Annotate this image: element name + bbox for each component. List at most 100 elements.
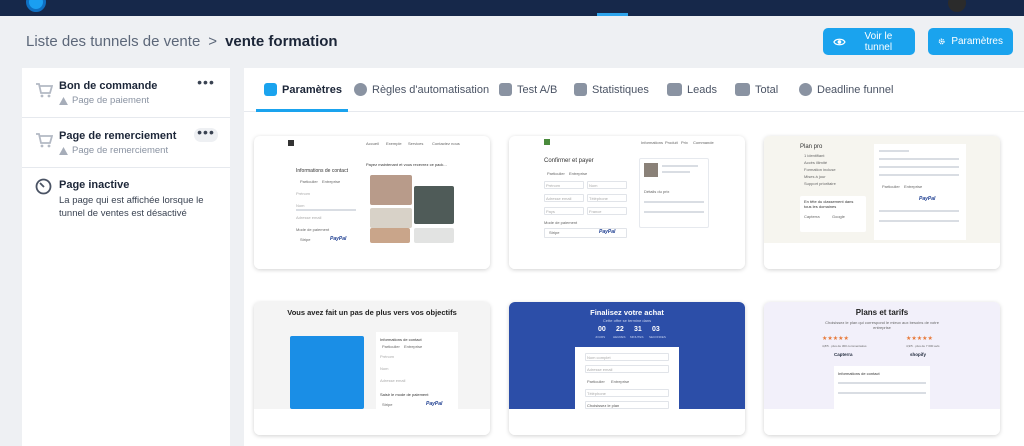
warning-icon	[59, 96, 68, 105]
preview-field: Téléphone	[587, 391, 606, 396]
preview-field: Prénom	[296, 191, 311, 196]
preview-field-value: France	[589, 209, 602, 214]
preview-option: Particulier	[382, 344, 400, 349]
preview-form-box: Informations de contact	[834, 366, 930, 409]
template-preview: Plan pro 1 identifiant Accès illimité Fo…	[764, 136, 1000, 243]
settings-button[interactable]: Paramètres	[928, 28, 1013, 55]
preview-feature: Formation incluse	[804, 167, 836, 172]
more-options-button[interactable]: •••	[194, 125, 218, 142]
tab-deadline-funnel[interactable]: Deadline funnel	[799, 83, 893, 96]
preview-line	[879, 220, 959, 222]
preview-option: Entreprise	[404, 344, 423, 349]
tab-bar: Paramètres Règles d'automatisation Test …	[244, 68, 1024, 112]
preview-form-box: Informations de contact Particulier Entr…	[376, 332, 458, 409]
preview-title: Finalisez votre achat	[590, 308, 664, 317]
preview-line	[662, 171, 690, 173]
tab-parametres[interactable]: Paramètres	[264, 83, 342, 96]
nav-active-indicator	[597, 13, 628, 16]
preview-field: Prénom	[546, 183, 561, 188]
preview-subtitle: Choisissez le plan qui correspond le mie…	[825, 320, 939, 330]
warning-icon	[59, 146, 68, 155]
view-tunnel-label: Voir le tunnel	[864, 30, 893, 53]
tab-test-ab[interactable]: Test A/B	[499, 83, 557, 96]
preview-nav-item: Produit	[665, 140, 678, 145]
tab-leads[interactable]: Leads	[667, 83, 717, 96]
breadcrumb-current: vente formation	[225, 33, 338, 50]
sidebar-item-title: Page de remerciement	[59, 130, 177, 142]
bar-chart-icon	[574, 83, 587, 96]
clock-icon	[799, 83, 812, 96]
preview-form-box: Particulier Entreprise PayPal	[874, 144, 966, 240]
preview-field: Nom	[296, 203, 305, 208]
preview-form-box: Nom complet Adresse email Particulier En…	[575, 347, 679, 409]
funnel-main-panel: Paramètres Règles d'automatisation Test …	[244, 68, 1024, 446]
preview-field: Adresse email	[587, 367, 613, 372]
sidebar-item-title: Bon de commande	[59, 80, 158, 92]
settings-label: Paramètres	[951, 36, 1003, 47]
preview-leader-text: En tête du classement dans tous les doma…	[804, 199, 854, 209]
sidebar-item-order-page[interactable]: Bon de commande Page de paiement •••	[22, 68, 230, 118]
users-icon	[667, 83, 682, 96]
template-card-3[interactable]: Plan pro 1 identifiant Accès illimité Fo…	[764, 136, 1000, 269]
sidebar-item-thank-you-page[interactable]: Page de remerciement Page de remerciemen…	[22, 118, 230, 168]
preview-nav-item: Services	[408, 141, 424, 146]
countdown-label: SECONDES	[649, 335, 666, 339]
inactive-page-description: La page qui est affichée lorsque le tunn…	[59, 195, 204, 219]
template-card-5[interactable]: Finalisez votre achat Cette offre se ter…	[509, 302, 745, 435]
template-card-2[interactable]: Informations Produit Prix Commande Confi…	[509, 136, 745, 269]
preview-nav-item: Commande	[693, 140, 714, 145]
preview-headline: Vous avez fait un pas de plus vers vos o…	[287, 308, 457, 317]
breadcrumb-root-link[interactable]: Liste des tunnels de vente	[26, 33, 200, 50]
tab-total[interactable]: Total	[735, 83, 778, 96]
preview-line	[879, 174, 959, 176]
rating-stars: ★★★★★	[906, 336, 933, 342]
preview-line	[879, 150, 909, 152]
preview-photo	[414, 228, 454, 243]
user-avatar[interactable]	[948, 0, 966, 12]
preview-product-thumb	[644, 163, 658, 177]
countdown-hours: 22	[616, 326, 624, 333]
preview-line	[662, 165, 698, 167]
preview-title: Plan pro	[800, 144, 823, 150]
template-card-6[interactable]: Plans et tarifs Choisissez le plan qui c…	[764, 302, 1000, 435]
more-options-button[interactable]: •••	[194, 75, 218, 92]
template-card-1[interactable]: Accueil Exemple Services Contactez nous …	[254, 136, 490, 269]
template-card-footer	[509, 243, 745, 269]
tab-statistiques[interactable]: Statistiques	[574, 83, 649, 96]
preview-line	[296, 209, 356, 211]
preview-payment-title: Saisir le mode de paiement	[380, 392, 429, 397]
preview-field: Prénom	[380, 354, 395, 359]
preview-subtitle: Cette offre se termine dans	[602, 318, 652, 323]
preview-photo	[414, 186, 454, 224]
preview-contact-title: Informations de contact	[380, 337, 422, 342]
preview-payment-title: Mode de paiement	[296, 227, 330, 232]
preview-feature: 1 identifiant	[804, 153, 825, 158]
eye-icon	[833, 38, 846, 45]
preview-contact-title: Informations de contact	[838, 371, 880, 376]
preview-line	[879, 158, 959, 160]
preview-option: Particulier	[547, 171, 565, 176]
tab-regles-automatisation[interactable]: Règles d'automatisation	[354, 83, 489, 96]
preview-nav-item: Contactez nous	[432, 141, 460, 146]
brand-logo: Capterra	[834, 352, 853, 357]
preview-option: Entreprise	[569, 171, 588, 176]
preview-feature: Support prioritaire	[804, 181, 836, 186]
preview-brand: Google	[832, 214, 845, 219]
preview-field: Nom complet	[587, 355, 611, 360]
app-logo-icon[interactable]	[26, 0, 46, 12]
view-tunnel-button[interactable]: Voir le tunnel	[823, 28, 915, 55]
preview-logo-icon	[544, 139, 550, 145]
split-icon	[499, 83, 512, 96]
preview-line	[879, 166, 959, 168]
sidebar-item-inactive-page[interactable]: Page inactive La page qui est affichée l…	[22, 168, 230, 219]
preview-contact-title: Informations de contact	[296, 168, 348, 174]
preview-photo	[370, 208, 412, 228]
preview-pay-option: Stripe	[300, 237, 311, 242]
preview-pay-option: Stripe	[382, 402, 393, 407]
breadcrumb: Liste des tunnels de vente > vente forma…	[26, 33, 338, 50]
breadcrumb-separator: >	[208, 33, 218, 50]
template-card-4[interactable]: Vous avez fait un pas de plus vers vos o…	[254, 302, 490, 435]
preview-nav-item: Informations	[641, 140, 664, 145]
cart-icon	[36, 83, 53, 98]
preview-line	[644, 211, 704, 213]
